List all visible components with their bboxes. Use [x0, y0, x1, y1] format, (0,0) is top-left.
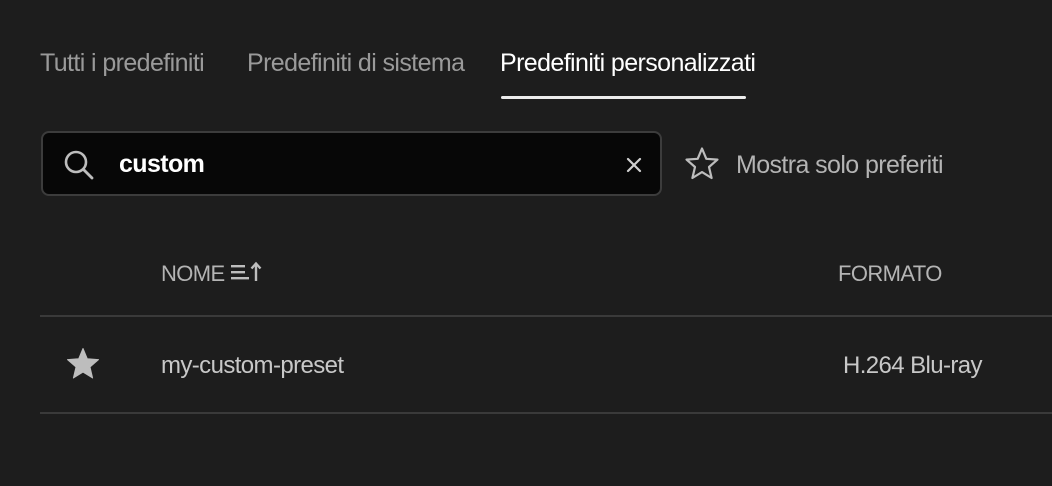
active-tab-indicator	[501, 96, 746, 99]
tab-all-presets[interactable]: Tutti i predefiniti	[40, 44, 205, 82]
star-filled-icon[interactable]	[65, 346, 101, 382]
search-input[interactable]	[119, 143, 589, 185]
table-row[interactable]: my-custom-preset H.264 Blu-ray	[40, 317, 1052, 412]
show-favorites-only-label: Mostra solo preferiti	[736, 151, 944, 179]
table-row-divider	[40, 412, 1052, 414]
sort-ascending-icon[interactable]	[229, 261, 265, 283]
tab-custom-presets[interactable]: Predefiniti personalizzati	[500, 44, 756, 82]
preset-format: H.264 Blu-ray	[843, 352, 983, 379]
column-header-name[interactable]: NOME	[161, 256, 225, 292]
search-box[interactable]	[41, 131, 662, 196]
search-icon	[64, 150, 94, 180]
star-outline-icon	[685, 147, 719, 180]
close-icon[interactable]	[624, 155, 644, 175]
column-header-format[interactable]: FORMATO	[838, 256, 942, 292]
tab-system-presets[interactable]: Predefiniti di sistema	[247, 44, 465, 82]
preset-name: my-custom-preset	[161, 352, 344, 379]
